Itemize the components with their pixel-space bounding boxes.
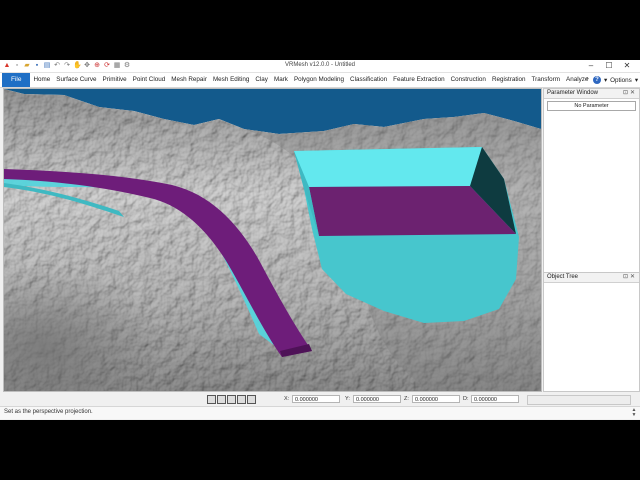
status-message: Set as the perspective projection. — [4, 409, 93, 415]
z-label: Z: — [404, 396, 409, 402]
x-coordinate-field[interactable]: 0.000000 — [292, 395, 340, 403]
tab-transform[interactable]: Transform — [529, 73, 563, 87]
tab-home[interactable]: Home — [30, 73, 53, 87]
ribbon-right-controls: ⌃ ? ▾ Options ▾ — [585, 73, 638, 87]
tab-primitive[interactable]: Primitive — [100, 73, 130, 87]
z-coordinate-field[interactable]: 0.000000 — [412, 395, 460, 403]
parameter-window-header: Parameter Window ⊡✕ — [544, 89, 639, 99]
tab-registration[interactable]: Registration — [489, 73, 529, 87]
y-coordinate-field[interactable]: 0.000000 — [353, 395, 401, 403]
view-icons — [207, 395, 256, 404]
minimize-icon[interactable]: – — [582, 61, 600, 71]
panel-controls: ⊡✕ — [623, 273, 637, 282]
view-iso-icon[interactable] — [237, 395, 246, 404]
object-tree-panel: Object Tree ⊡✕ — [543, 272, 640, 392]
view-top-icon[interactable] — [217, 395, 226, 404]
tab-polygon-modeling[interactable]: Polygon Modeling — [291, 73, 347, 87]
y-label: Y: — [345, 396, 350, 402]
tab-mark[interactable]: Mark — [271, 73, 291, 87]
tab-clay[interactable]: Clay — [252, 73, 271, 87]
coordinate-extra-field — [527, 395, 631, 405]
tab-surface-curve[interactable]: Surface Curve — [53, 73, 99, 87]
d-coordinate-field[interactable]: 0.000000 — [471, 395, 519, 403]
maximize-icon[interactable]: ☐ — [600, 61, 618, 71]
parameter-window-panel: Parameter Window ⊡✕ No Parameter — [543, 88, 640, 273]
x-label: X: — [284, 396, 290, 402]
help-icon[interactable]: ? — [592, 76, 601, 84]
panel-close-icon[interactable]: ✕ — [630, 274, 637, 280]
d-label: D: — [463, 396, 469, 402]
tab-classification[interactable]: Classification — [347, 73, 390, 87]
tab-mesh-repair[interactable]: Mesh Repair — [168, 73, 210, 87]
vrmesh-window: ▲ ▫ ▰ ▪ ▤ ↶ ↷ ✋ ✥ ⊕ ⟳ ▦ ⚙ VRMesh v12.0.0… — [0, 60, 640, 420]
viewport-scene — [4, 89, 541, 391]
view-front-icon[interactable] — [207, 395, 216, 404]
options-menu[interactable]: Options — [610, 77, 632, 84]
3d-viewport[interactable] — [3, 88, 542, 392]
coordinate-bar: X: 0.000000 Y: 0.000000 Z: 0.000000 D: 0… — [0, 392, 640, 406]
tab-feature-extraction[interactable]: Feature Extraction — [390, 73, 447, 87]
collapse-ribbon-icon[interactable]: ⌃ — [585, 77, 590, 84]
window-controls: – ☐ ✕ — [582, 61, 636, 71]
help-dropdown-icon[interactable]: ▾ — [604, 77, 607, 84]
title-bar: ▲ ▫ ▰ ▪ ▤ ↶ ↷ ✋ ✥ ⊕ ⟳ ▦ ⚙ VRMesh v12.0.0… — [0, 60, 640, 73]
status-bar: Set as the perspective projection. ▲ ▼ — [0, 406, 640, 419]
panel-controls: ⊡✕ — [623, 89, 637, 98]
tab-file[interactable]: File — [2, 73, 31, 87]
panel-close-icon[interactable]: ✕ — [630, 90, 637, 96]
no-parameter-field: No Parameter — [547, 101, 636, 111]
view-perspective-icon[interactable] — [247, 395, 256, 404]
window-title: VRMesh v12.0.0 - Untitled — [284, 62, 356, 68]
parameter-window-title: Parameter Window — [547, 90, 599, 96]
status-scroll-icon[interactable]: ▲ ▼ — [631, 408, 637, 418]
object-tree-header: Object Tree ⊡✕ — [544, 273, 639, 283]
tab-construction[interactable]: Construction — [448, 73, 489, 87]
view-side-icon[interactable] — [227, 395, 236, 404]
object-tree-title: Object Tree — [547, 274, 579, 280]
tab-point-cloud[interactable]: Point Cloud — [130, 73, 169, 87]
tab-mesh-editing[interactable]: Mesh Editing — [210, 73, 252, 87]
pin-icon[interactable]: ⊡ — [623, 274, 630, 280]
options-dropdown-icon[interactable]: ▾ — [635, 77, 638, 84]
cyan-box-top-wall — [294, 147, 482, 187]
close-icon[interactable]: ✕ — [618, 61, 636, 71]
pin-icon[interactable]: ⊡ — [623, 90, 630, 96]
ribbon-tabs: File Home Surface Curve Primitive Point … — [0, 73, 640, 88]
